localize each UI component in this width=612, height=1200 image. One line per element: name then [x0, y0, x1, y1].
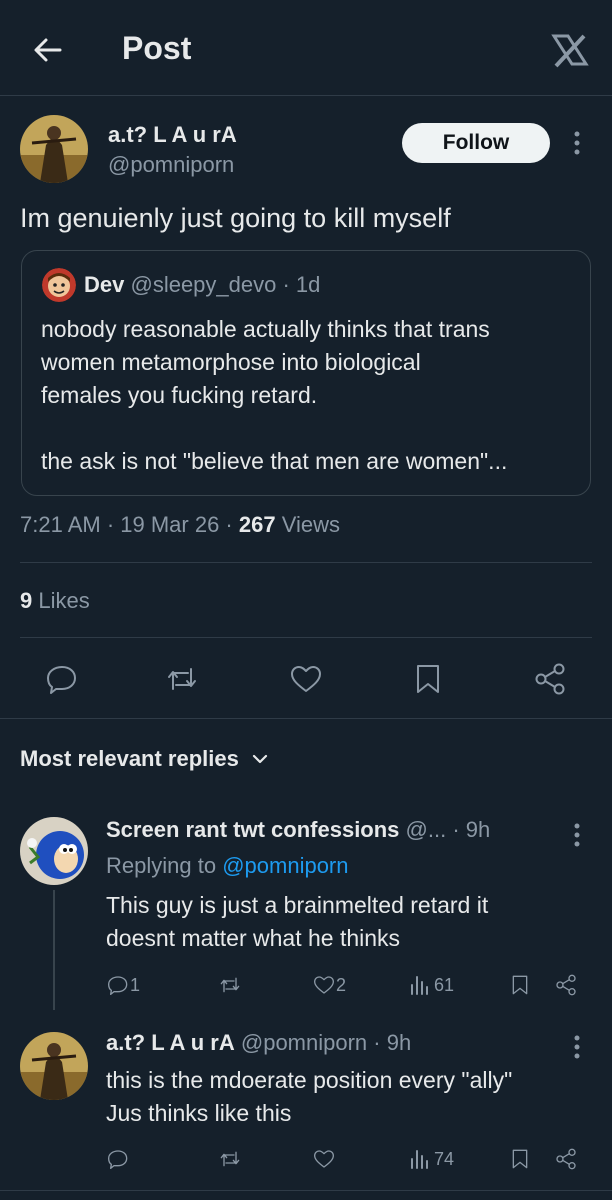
bookmark-icon[interactable] — [508, 1147, 532, 1171]
chevron-down-icon — [251, 750, 269, 768]
x-logo-icon[interactable] — [548, 28, 592, 72]
heart-icon[interactable] — [312, 1147, 336, 1171]
views-action[interactable]: 61 — [408, 973, 454, 997]
repost-icon[interactable] — [218, 1147, 242, 1171]
share-icon[interactable] — [554, 973, 578, 997]
reply-header: a.t? L A u rA @pomniporn · 9h — [106, 1030, 411, 1056]
reply-avatar[interactable] — [20, 817, 88, 885]
replying-to: Replying to @pomniporn — [106, 853, 349, 879]
reply-line: Jus thinks like this — [106, 1100, 292, 1126]
divider — [20, 562, 592, 563]
more-options-icon[interactable] — [572, 130, 582, 156]
views-icon — [408, 973, 432, 997]
quote-header: Dev @sleepy_devo · 1d — [84, 272, 320, 298]
views-icon — [408, 1147, 432, 1171]
post-meta: 7:21 AM · 19 Mar 26 · 267 Views — [20, 512, 340, 538]
follow-button[interactable]: Follow — [402, 123, 550, 163]
reply-author-name[interactable]: a.t? L A u rA — [106, 1030, 235, 1055]
replies-sort-dropdown[interactable]: Most relevant replies — [20, 746, 269, 772]
thread-line — [53, 890, 55, 1010]
page-title: Post — [122, 30, 192, 66]
replies-sort-label: Most relevant replies — [20, 746, 239, 771]
like-action[interactable]: 2 — [312, 973, 346, 997]
more-options-icon[interactable] — [572, 822, 582, 848]
heart-icon[interactable] — [288, 661, 324, 697]
likes-row[interactable]: 9 Likes — [20, 588, 90, 614]
reply-text: This guy is just a brainmelted retard it… — [106, 889, 488, 955]
share-icon[interactable] — [532, 661, 568, 697]
author-name[interactable]: a.t? L A u rA — [108, 122, 237, 148]
reply-handle-time[interactable]: @pomniporn · 9h — [241, 1030, 411, 1055]
heart-icon — [312, 973, 336, 997]
bookmark-icon[interactable] — [410, 661, 446, 697]
divider — [0, 1190, 612, 1191]
reply-line: This guy is just a brainmelted retard it — [106, 892, 489, 918]
likes-label: Likes — [38, 588, 90, 613]
share-icon[interactable] — [554, 1147, 578, 1171]
arrow-left-icon[interactable] — [28, 30, 68, 70]
reply-avatar[interactable] — [20, 1032, 88, 1100]
replying-to-handle[interactable]: @pomniporn — [222, 853, 348, 878]
quote-line: nobody reasonable actually thinks that t… — [41, 316, 490, 342]
top-bar: Post — [0, 0, 612, 96]
like-count: 2 — [336, 974, 347, 995]
divider — [20, 637, 592, 638]
repost-icon[interactable] — [164, 661, 200, 697]
view-count: 61 — [434, 974, 455, 995]
bookmark-icon[interactable] — [508, 973, 532, 997]
reply-count: 1 — [130, 974, 141, 995]
post-text: Im genuienly just going to kill myself — [20, 203, 451, 233]
views-action[interactable]: 74 — [408, 1147, 454, 1171]
reply-header: Screen rant twt confessions @... · 9h — [106, 817, 490, 843]
reply-icon — [106, 973, 130, 997]
quote-line: females you fucking retard. — [41, 382, 318, 408]
reply-text: this is the mdoerate position every "all… — [106, 1064, 512, 1130]
reply-author-name[interactable]: Screen rant twt confessions — [106, 817, 399, 842]
reply-line: doesnt matter what he thinks — [106, 925, 401, 951]
likes-count: 9 — [20, 588, 33, 613]
quote-line: women metamorphose into biological — [41, 349, 421, 375]
quote-author-handle[interactable]: @sleepy_devo — [130, 272, 276, 297]
quote-time: · 1d — [282, 272, 321, 297]
quote-avatar — [42, 268, 76, 302]
quote-text: nobody reasonable actually thinks that t… — [41, 313, 507, 478]
more-options-icon[interactable] — [572, 1034, 582, 1060]
avatar[interactable] — [20, 115, 88, 183]
view-count: 74 — [434, 1148, 455, 1169]
divider — [0, 718, 612, 719]
quote-author-name[interactable]: Dev — [84, 272, 124, 297]
reply-icon[interactable] — [106, 1147, 130, 1171]
repost-icon[interactable] — [218, 973, 242, 997]
timestamp[interactable]: 7:21 AM · 19 Mar 26 · — [20, 512, 233, 537]
quote-line: the ask is not "believe that men are wom… — [41, 448, 508, 474]
reply-action[interactable]: 1 — [106, 973, 140, 997]
views-label: Views — [281, 512, 341, 537]
reply-handle-time[interactable]: @... · 9h — [406, 817, 491, 842]
author-handle[interactable]: @pomniporn — [108, 152, 234, 178]
reply-icon[interactable] — [44, 661, 80, 697]
replying-to-label: Replying to — [106, 853, 217, 878]
views-count: 267 — [238, 512, 276, 537]
reply-line: this is the mdoerate position every "all… — [106, 1067, 513, 1093]
